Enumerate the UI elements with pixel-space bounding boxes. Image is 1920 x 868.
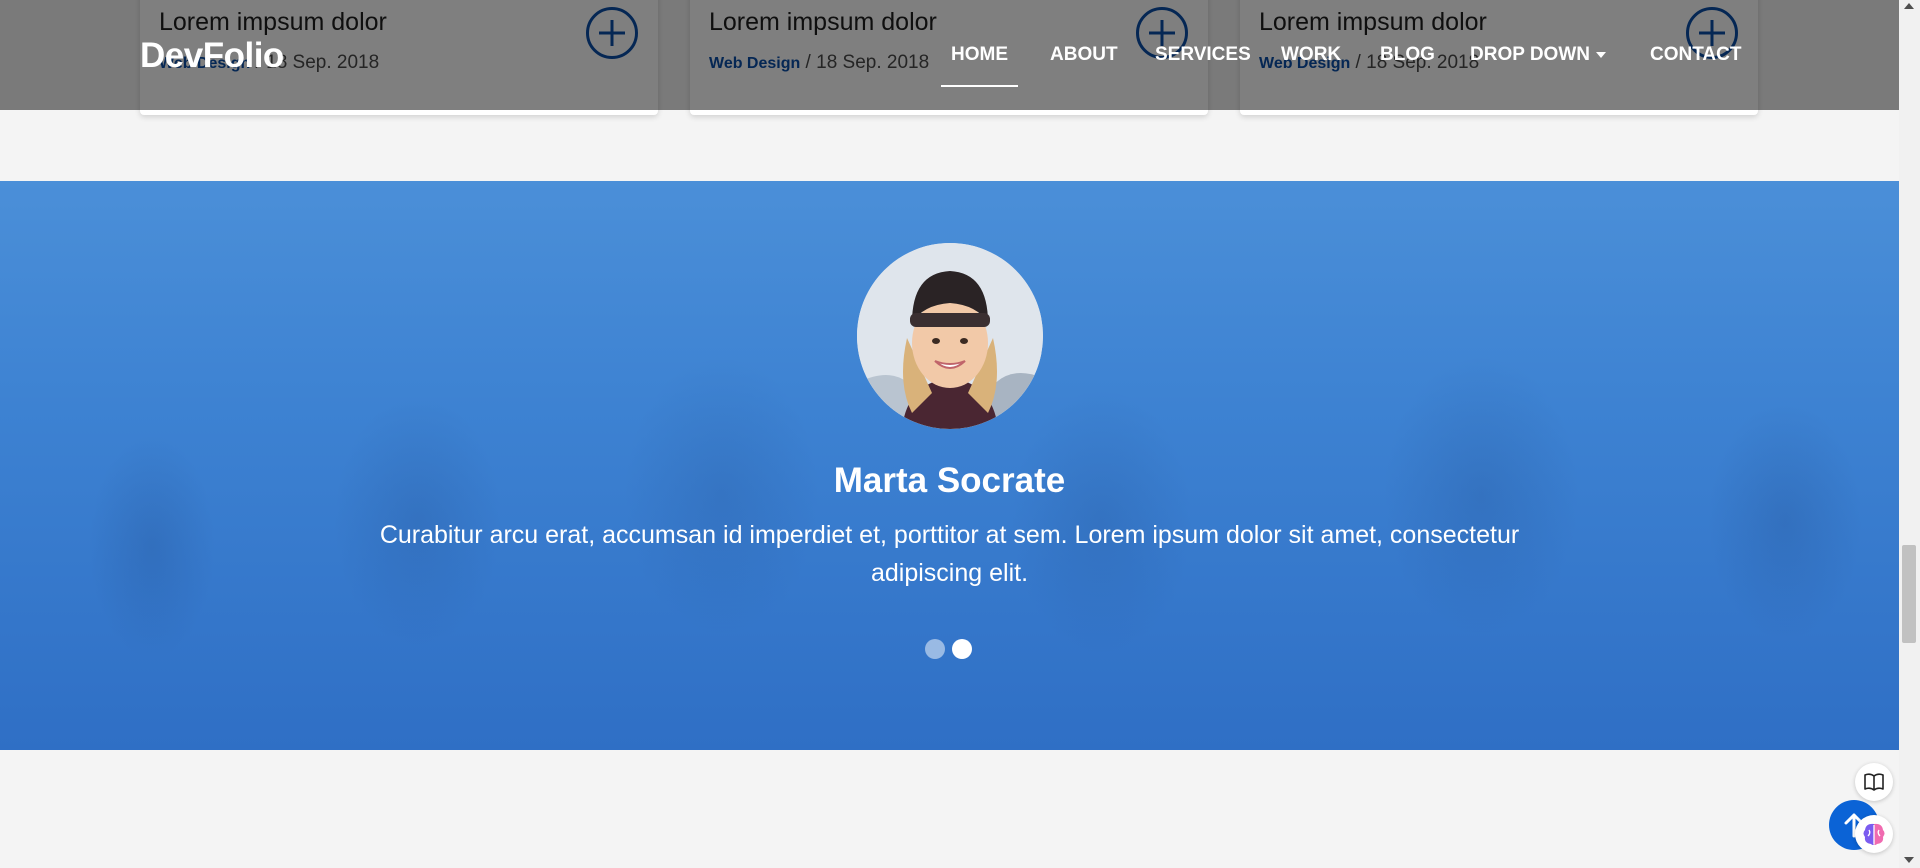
caret-down-icon — [1595, 51, 1606, 58]
book-open-icon — [1864, 773, 1884, 791]
nav-item-dropdown[interactable]: DROP DOWN — [1470, 44, 1606, 66]
nav-item-contact[interactable]: CONTACT — [1650, 44, 1741, 66]
nav-item-about[interactable]: ABOUT — [1050, 44, 1118, 66]
assistant-button[interactable] — [1855, 815, 1893, 853]
navbar: DevFolio HOME ABOUT SERVICES WORK BLOG D… — [0, 0, 1899, 110]
nav-item-services[interactable]: SERVICES — [1155, 44, 1251, 66]
nav-item-work[interactable]: WORK — [1281, 44, 1341, 66]
page-scrollbar[interactable] — [1899, 0, 1920, 868]
brand-logo[interactable]: DevFolio — [140, 36, 284, 76]
testimonial-section: Marta Socrate Curabitur arcu erat, accum… — [0, 181, 1899, 750]
page: Lorem impsum dolor Web Design / 18 Sep. … — [0, 0, 1899, 868]
scroll-down-arrow-icon[interactable] — [1904, 857, 1914, 863]
brain-icon — [1863, 823, 1885, 845]
nav-item-dropdown-label: DROP DOWN — [1470, 44, 1590, 65]
avatar-photo — [857, 243, 1043, 429]
testimonial-avatar — [857, 243, 1043, 429]
nav-item-blog[interactable]: BLOG — [1380, 44, 1435, 66]
reader-button[interactable] — [1855, 763, 1893, 801]
scroll-up-arrow-icon[interactable] — [1904, 3, 1914, 9]
nav-item-home[interactable]: HOME — [941, 44, 1018, 87]
scrollbar-thumb[interactable] — [1902, 545, 1916, 643]
pagination-dot[interactable] — [925, 639, 945, 659]
pagination-dot-active[interactable] — [952, 639, 972, 659]
testimonial-quote: Curabitur arcu erat, accumsan id imperdi… — [379, 521, 1520, 587]
testimonial-author: Marta Socrate — [833, 461, 1066, 500]
